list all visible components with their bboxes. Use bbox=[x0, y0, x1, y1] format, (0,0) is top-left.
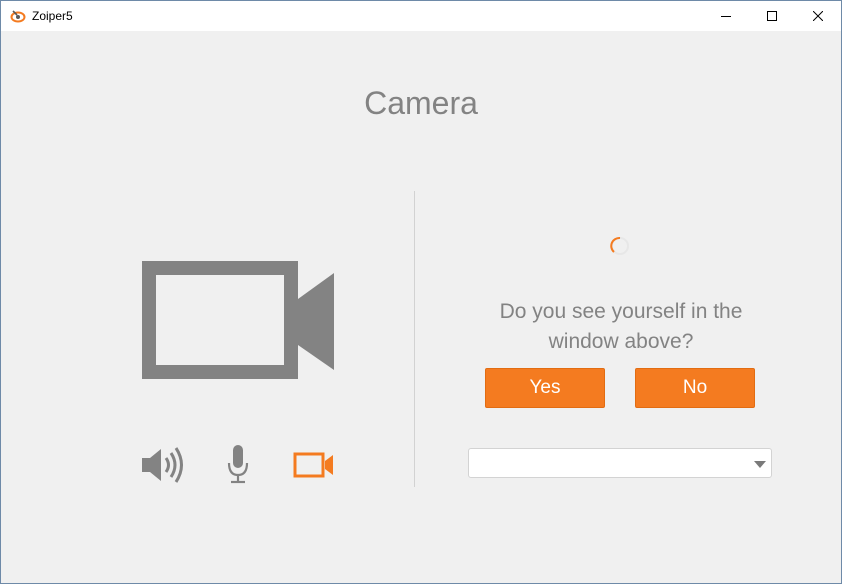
yes-button[interactable]: Yes bbox=[485, 368, 605, 408]
maximize-icon bbox=[767, 11, 777, 21]
close-icon bbox=[813, 11, 823, 21]
no-button[interactable]: No bbox=[635, 368, 755, 408]
app-window: Zoiper5 Camera Do you see yourself in th… bbox=[0, 0, 842, 584]
maximize-button[interactable] bbox=[749, 1, 795, 31]
minimize-icon bbox=[721, 16, 731, 17]
vertical-divider bbox=[414, 191, 415, 487]
chevron-down-icon bbox=[754, 461, 766, 468]
loading-spinner-icon bbox=[610, 236, 629, 255]
camera-icon[interactable] bbox=[293, 451, 335, 479]
minimize-button[interactable] bbox=[703, 1, 749, 31]
camera-illustration-icon bbox=[142, 261, 334, 379]
title-bar[interactable]: Zoiper5 bbox=[1, 1, 841, 31]
page-title: Camera bbox=[364, 85, 478, 121]
camera-device-select[interactable] bbox=[468, 448, 772, 478]
close-button[interactable] bbox=[795, 1, 841, 31]
zoiper-logo-icon bbox=[10, 10, 26, 23]
microphone-icon[interactable] bbox=[227, 444, 249, 484]
speaker-icon[interactable] bbox=[141, 447, 185, 483]
window-title: Zoiper5 bbox=[32, 9, 73, 23]
preview-question: Do you see yourself in the window above? bbox=[499, 300, 743, 353]
